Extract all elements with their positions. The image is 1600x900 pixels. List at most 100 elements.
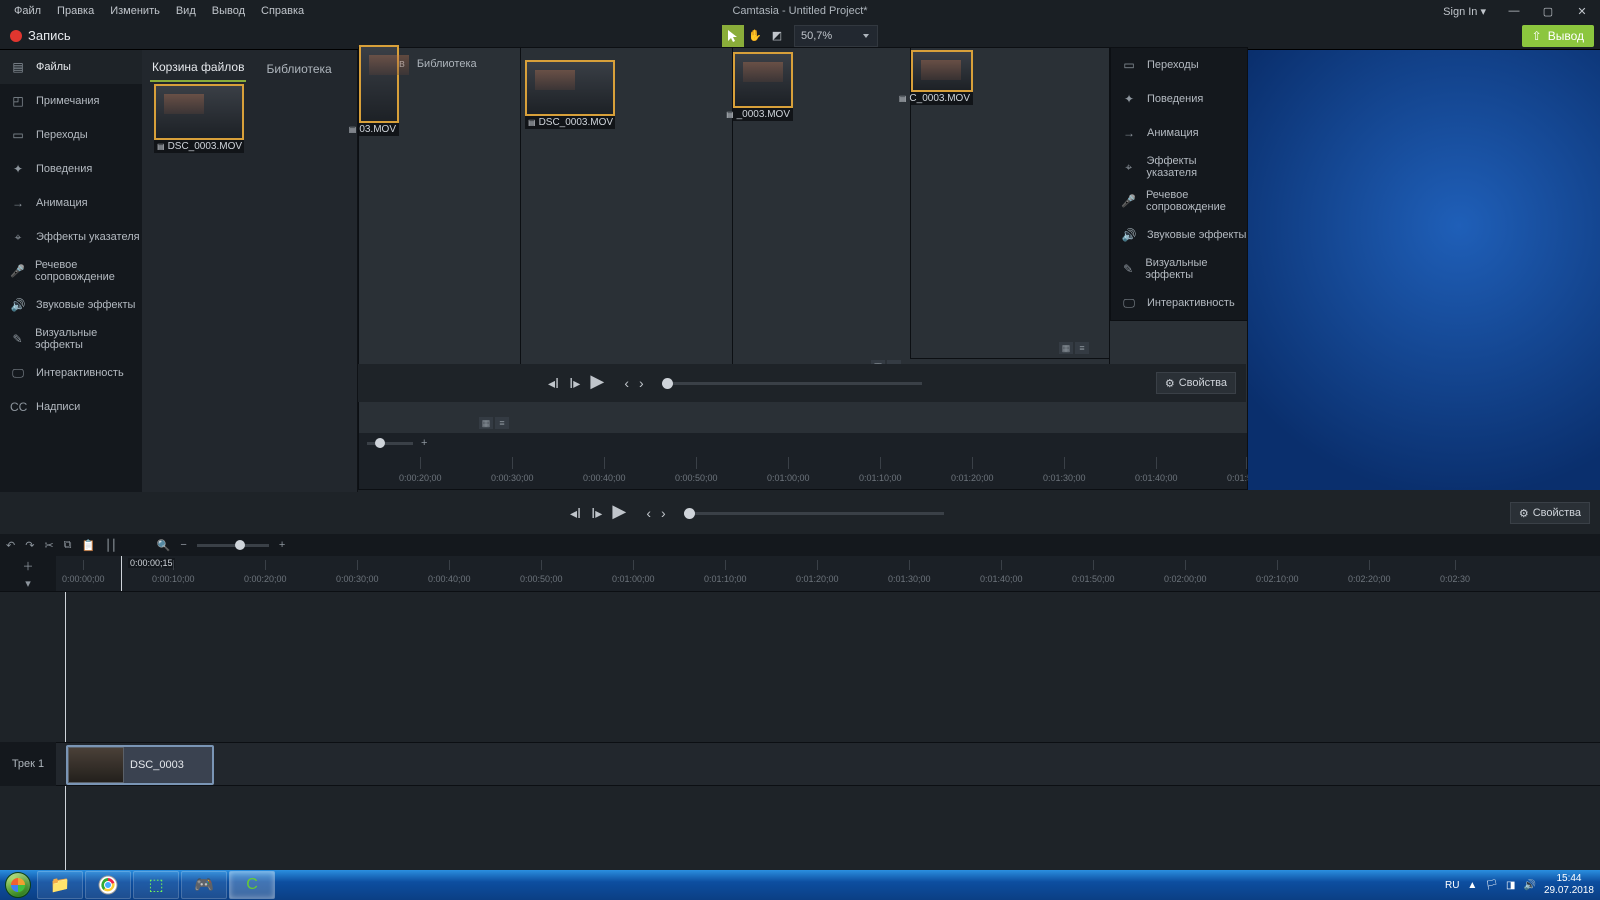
track-add-button[interactable]: ＋ [23, 558, 34, 574]
prev-marker-button[interactable]: ‹ [624, 375, 629, 391]
record-button[interactable]: Запись [0, 28, 81, 43]
properties-button[interactable]: Свойства [1510, 502, 1590, 524]
sidebar-item-annotations[interactable]: ◰Примечания [0, 84, 142, 118]
transitions-icon: ▭ [10, 128, 26, 142]
close-button[interactable]: ✕ [1570, 3, 1594, 19]
ruler-tick: 0:01:40;00 [1135, 473, 1178, 483]
cut-button[interactable]: ✂ [44, 539, 53, 552]
next-marker-button[interactable]: › [661, 505, 666, 521]
float-interactivity[interactable]: 🖵Интерактивность [1111, 286, 1247, 320]
grid-view-button[interactable]: ▦ [1059, 342, 1073, 354]
taskbar-tray-icon[interactable]: ▲ [1467, 880, 1477, 891]
sidebar-item-captions[interactable]: CCНадписи [0, 390, 142, 424]
taskbar-clock[interactable]: 15:44 29.07.2018 [1544, 873, 1594, 897]
sidebar-item-voice[interactable]: 🎤Речевое сопровождение [0, 254, 142, 288]
float-animations[interactable]: →Анимация [1111, 116, 1247, 150]
ruler-tick: 0:00:40;00 [428, 574, 471, 584]
export-button[interactable]: Вывод [1522, 25, 1594, 47]
track-body[interactable]: DSC_0003 [56, 742, 1600, 786]
hand-tool[interactable]: ✋ [744, 25, 766, 47]
prev-frame-button[interactable]: ◂Ⅰ [548, 375, 559, 392]
bin-tab-media[interactable]: Корзина файлов [150, 54, 246, 82]
zoom-slider[interactable] [197, 544, 269, 547]
step-button[interactable]: Ⅰ▸ [569, 375, 580, 392]
sidebar-item-visual-effects[interactable]: ✎Визуальные эффекты [0, 322, 142, 356]
list-view-button[interactable]: ≡ [495, 417, 509, 429]
start-button[interactable] [0, 870, 36, 900]
menu-view[interactable]: Вид [168, 5, 204, 17]
thumbnail-image [359, 45, 399, 123]
taskbar-chrome[interactable] [85, 871, 131, 899]
prev-marker-button[interactable]: ‹ [646, 505, 651, 521]
taskbar-discord[interactable]: 🎮 [181, 871, 227, 899]
prev-frame-button[interactable]: ◂Ⅰ [570, 505, 581, 522]
clip-label: DSC_0003 [130, 759, 184, 771]
undo-button[interactable]: ↶ [6, 539, 15, 552]
copy-button[interactable]: ⧉ [64, 539, 72, 552]
play-button[interactable]: ▶ [612, 501, 636, 525]
preview-canvas[interactable] [1248, 50, 1600, 490]
split-button[interactable]: ⎮⎮ [105, 539, 116, 552]
timeline-ruler[interactable]: 0:00:00;15 0:00:00;00 0:00:10;000:00:20;… [56, 556, 1600, 591]
preview-seek-slider[interactable] [684, 512, 944, 515]
mini-zoom-slider[interactable] [367, 442, 413, 445]
timeline-clip[interactable]: DSC_0003 [66, 745, 214, 785]
taskbar-lang[interactable]: RU [1445, 880, 1459, 891]
zoom-plus[interactable]: + [421, 437, 427, 449]
preview-seek-slider[interactable] [662, 382, 922, 385]
menu-file[interactable]: Файл [6, 5, 49, 17]
sidebar-item-interactivity[interactable]: 🖵Интерактивность [0, 356, 142, 390]
taskbar-network-icon[interactable]: ◨ [1506, 880, 1515, 891]
windows-icon [5, 872, 31, 898]
float-transitions[interactable]: ▭Переходы [1111, 48, 1247, 82]
next-marker-button[interactable]: › [639, 375, 644, 391]
track-label[interactable]: Трек 1 [0, 742, 56, 786]
taskbar-volume-icon[interactable]: 🔊 [1523, 880, 1535, 891]
float-cursor-effects[interactable]: ⌖Эффекты указателя [1111, 150, 1247, 184]
taskbar-app[interactable]: ⬚ [133, 871, 179, 899]
menu-output[interactable]: Вывод [204, 5, 253, 17]
zoom-value: 50,7% [801, 30, 832, 42]
ruler-tick: 0:00:50;00 [520, 574, 563, 584]
play-button[interactable]: ▶ [590, 371, 614, 395]
cursor-tool[interactable] [722, 25, 744, 47]
ruler-tick: 0:02:00;00 [1164, 574, 1207, 584]
maximize-button[interactable]: ▢ [1536, 3, 1560, 19]
zoom-in-button[interactable]: + [279, 539, 285, 551]
float-behaviors[interactable]: ✦Поведения [1111, 82, 1247, 116]
menu-edit[interactable]: Правка [49, 5, 102, 17]
taskbar-explorer[interactable]: 📁 [37, 871, 83, 899]
bin-tab-library[interactable]: Библиотека [264, 56, 333, 82]
minimize-button[interactable]: — [1502, 3, 1526, 19]
float-audio-effects[interactable]: 🔊Звуковые эффекты [1111, 218, 1247, 252]
sidebar-item-behaviors[interactable]: ✦Поведения [0, 152, 142, 186]
crop-tool[interactable]: ◩ [766, 25, 788, 47]
zoom-dropdown[interactable]: 50,7% [794, 25, 878, 47]
media-thumbnail[interactable]: DSC_0003.MOV [525, 60, 615, 129]
track-collapse-button[interactable]: ▾ [25, 577, 31, 590]
zoom-out-button[interactable]: − [180, 539, 186, 551]
sidebar-item-animations[interactable]: →Анимация [0, 186, 142, 220]
menu-help[interactable]: Справка [253, 5, 312, 17]
redo-button[interactable]: ↷ [25, 539, 34, 552]
paste-button[interactable]: 📋 [82, 539, 96, 552]
taskbar-action-icon[interactable]: 🏳 [1485, 880, 1498, 891]
float-voice[interactable]: 🎤Речевое сопровождение [1111, 184, 1247, 218]
sidebar-item-media[interactable]: ▤Файлы [0, 50, 142, 84]
taskbar-camtasia[interactable]: C [229, 871, 275, 899]
step-button[interactable]: Ⅰ▸ [591, 505, 602, 522]
playhead[interactable] [121, 556, 122, 591]
thumbnail-image [525, 60, 615, 116]
mini-ruler: + 0:00:20;000:00:30;000:00:40;000:00:50;… [359, 433, 1247, 489]
sidebar-item-cursor-effects[interactable]: ⌖Эффекты указателя [0, 220, 142, 254]
media-thumbnail[interactable]: DSC_0003.MOV [154, 84, 244, 153]
list-view-button[interactable]: ≡ [1075, 342, 1089, 354]
sidebar-item-audio-effects[interactable]: 🔊Звуковые эффекты [0, 288, 142, 322]
menu-modify[interactable]: Изменить [102, 5, 168, 17]
float-visual-effects[interactable]: ✎Визуальные эффекты [1111, 252, 1247, 286]
sidebar-item-transitions[interactable]: ▭Переходы [0, 118, 142, 152]
properties-button[interactable]: Свойства [1156, 372, 1236, 394]
grid-view-button[interactable]: ▦ [479, 417, 493, 429]
signin-button[interactable]: Sign In ▾ [1437, 5, 1492, 18]
search-icon[interactable]: 🔍 [157, 539, 171, 552]
